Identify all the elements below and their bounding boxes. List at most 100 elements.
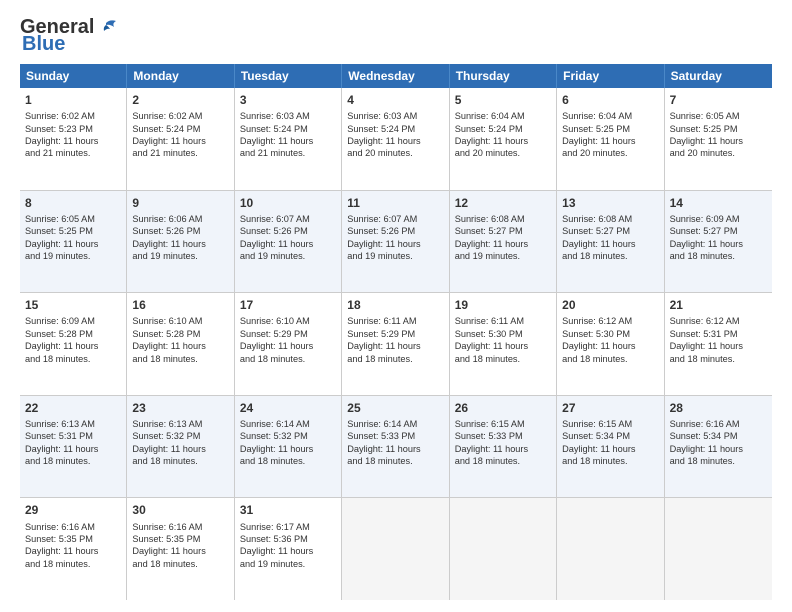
calendar-cell: 26Sunrise: 6:15 AMSunset: 5:33 PMDayligh…: [450, 396, 557, 498]
day-info-line: and 18 minutes.: [455, 353, 551, 365]
day-info-line: and 19 minutes.: [240, 558, 336, 570]
day-info-line: and 21 minutes.: [240, 147, 336, 159]
day-info-line: Sunrise: 6:04 AM: [562, 110, 658, 122]
day-info-line: and 18 minutes.: [562, 250, 658, 262]
calendar-cell: 5Sunrise: 6:04 AMSunset: 5:24 PMDaylight…: [450, 88, 557, 190]
day-info-line: Sunset: 5:35 PM: [132, 533, 228, 545]
calendar-cell: 14Sunrise: 6:09 AMSunset: 5:27 PMDayligh…: [665, 191, 772, 293]
day-number: 31: [240, 502, 336, 518]
day-info-line: and 18 minutes.: [25, 558, 121, 570]
day-info-line: and 18 minutes.: [132, 455, 228, 467]
day-info-line: Sunset: 5:32 PM: [132, 430, 228, 442]
day-number: 6: [562, 92, 658, 108]
day-info-line: Sunrise: 6:08 AM: [562, 213, 658, 225]
calendar-cell: 10Sunrise: 6:07 AMSunset: 5:26 PMDayligh…: [235, 191, 342, 293]
day-info-line: Sunrise: 6:07 AM: [240, 213, 336, 225]
day-number: 5: [455, 92, 551, 108]
day-info-line: Daylight: 11 hours: [347, 340, 443, 352]
day-info-line: Daylight: 11 hours: [562, 443, 658, 455]
day-number: 27: [562, 400, 658, 416]
day-info-line: Sunrise: 6:16 AM: [132, 521, 228, 533]
calendar-cell: 16Sunrise: 6:10 AMSunset: 5:28 PMDayligh…: [127, 293, 234, 395]
day-info-line: Sunrise: 6:14 AM: [347, 418, 443, 430]
day-info-line: and 19 minutes.: [25, 250, 121, 262]
day-info-line: Sunrise: 6:03 AM: [240, 110, 336, 122]
header-day-thursday: Thursday: [450, 64, 557, 88]
day-info-line: and 18 minutes.: [562, 353, 658, 365]
day-number: 17: [240, 297, 336, 313]
day-info-line: and 18 minutes.: [132, 558, 228, 570]
day-number: 29: [25, 502, 121, 518]
day-info-line: Daylight: 11 hours: [347, 238, 443, 250]
day-info-line: and 20 minutes.: [670, 147, 767, 159]
calendar-cell: 6Sunrise: 6:04 AMSunset: 5:25 PMDaylight…: [557, 88, 664, 190]
day-info-line: Sunset: 5:25 PM: [670, 123, 767, 135]
day-info-line: and 18 minutes.: [132, 353, 228, 365]
day-info-line: Sunrise: 6:11 AM: [455, 315, 551, 327]
day-info-line: Sunset: 5:31 PM: [25, 430, 121, 442]
day-info-line: Sunset: 5:24 PM: [240, 123, 336, 135]
day-info-line: and 19 minutes.: [455, 250, 551, 262]
day-info-line: Sunrise: 6:15 AM: [562, 418, 658, 430]
day-number: 22: [25, 400, 121, 416]
calendar-cell: 18Sunrise: 6:11 AMSunset: 5:29 PMDayligh…: [342, 293, 449, 395]
day-info-line: and 21 minutes.: [132, 147, 228, 159]
day-number: 9: [132, 195, 228, 211]
day-number: 14: [670, 195, 767, 211]
calendar-cell: 24Sunrise: 6:14 AMSunset: 5:32 PMDayligh…: [235, 396, 342, 498]
day-info-line: Sunrise: 6:03 AM: [347, 110, 443, 122]
day-number: 26: [455, 400, 551, 416]
calendar-cell: 19Sunrise: 6:11 AMSunset: 5:30 PMDayligh…: [450, 293, 557, 395]
day-info-line: Daylight: 11 hours: [562, 340, 658, 352]
day-info-line: Sunrise: 6:12 AM: [562, 315, 658, 327]
day-info-line: Sunset: 5:27 PM: [455, 225, 551, 237]
day-info-line: Sunset: 5:35 PM: [25, 533, 121, 545]
header-day-wednesday: Wednesday: [342, 64, 449, 88]
day-info-line: Sunrise: 6:09 AM: [670, 213, 767, 225]
day-info-line: Sunrise: 6:10 AM: [240, 315, 336, 327]
calendar-cell: 31Sunrise: 6:17 AMSunset: 5:36 PMDayligh…: [235, 498, 342, 600]
calendar-cell: 3Sunrise: 6:03 AMSunset: 5:24 PMDaylight…: [235, 88, 342, 190]
day-info-line: and 18 minutes.: [25, 455, 121, 467]
day-number: 12: [455, 195, 551, 211]
logo: General Blue: [20, 16, 118, 56]
calendar-row-4: 22Sunrise: 6:13 AMSunset: 5:31 PMDayligh…: [20, 396, 772, 499]
calendar-cell: [342, 498, 449, 600]
day-info-line: Daylight: 11 hours: [240, 443, 336, 455]
calendar-cell: [450, 498, 557, 600]
day-info-line: and 18 minutes.: [455, 455, 551, 467]
day-info-line: Sunset: 5:34 PM: [562, 430, 658, 442]
logo-blue: Blue: [22, 33, 65, 56]
day-info-line: Sunset: 5:29 PM: [240, 328, 336, 340]
header-day-sunday: Sunday: [20, 64, 127, 88]
day-info-line: Sunset: 5:31 PM: [670, 328, 767, 340]
day-number: 1: [25, 92, 121, 108]
day-info-line: Sunset: 5:24 PM: [347, 123, 443, 135]
day-info-line: Daylight: 11 hours: [25, 238, 121, 250]
day-info-line: Sunset: 5:26 PM: [132, 225, 228, 237]
day-info-line: Sunset: 5:25 PM: [562, 123, 658, 135]
day-number: 2: [132, 92, 228, 108]
calendar-cell: [557, 498, 664, 600]
day-info-line: and 19 minutes.: [347, 250, 443, 262]
calendar-cell: 21Sunrise: 6:12 AMSunset: 5:31 PMDayligh…: [665, 293, 772, 395]
day-info-line: Sunset: 5:23 PM: [25, 123, 121, 135]
day-info-line: Sunset: 5:30 PM: [562, 328, 658, 340]
day-info-line: Sunrise: 6:06 AM: [132, 213, 228, 225]
day-number: 24: [240, 400, 336, 416]
day-info-line: Sunrise: 6:05 AM: [670, 110, 767, 122]
day-info-line: Daylight: 11 hours: [132, 135, 228, 147]
day-number: 4: [347, 92, 443, 108]
day-number: 10: [240, 195, 336, 211]
day-info-line: and 18 minutes.: [347, 455, 443, 467]
day-info-line: Sunrise: 6:09 AM: [25, 315, 121, 327]
day-info-line: Sunrise: 6:02 AM: [132, 110, 228, 122]
day-info-line: and 18 minutes.: [670, 455, 767, 467]
calendar-cell: 22Sunrise: 6:13 AMSunset: 5:31 PMDayligh…: [20, 396, 127, 498]
calendar-cell: 28Sunrise: 6:16 AMSunset: 5:34 PMDayligh…: [665, 396, 772, 498]
calendar-cell: 7Sunrise: 6:05 AMSunset: 5:25 PMDaylight…: [665, 88, 772, 190]
day-info-line: and 20 minutes.: [347, 147, 443, 159]
day-number: 21: [670, 297, 767, 313]
day-info-line: Daylight: 11 hours: [670, 340, 767, 352]
day-info-line: Sunrise: 6:16 AM: [25, 521, 121, 533]
